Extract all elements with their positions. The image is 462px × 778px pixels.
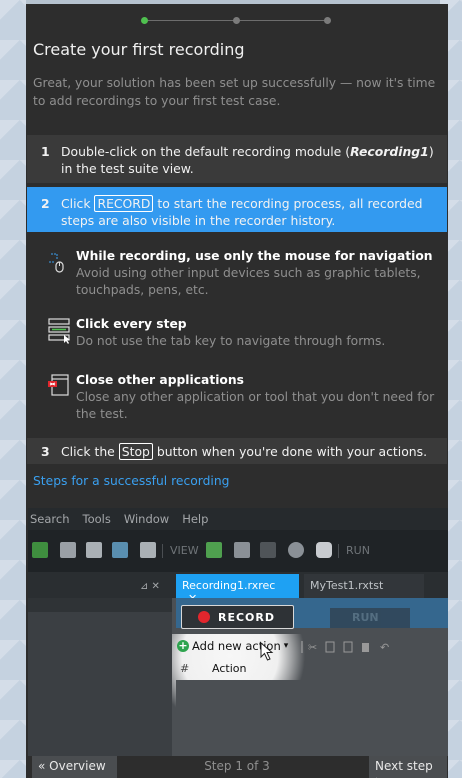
app-toolbar: VIEW RUN bbox=[28, 530, 448, 572]
document-icon bbox=[140, 542, 156, 558]
step-text: Click RECORD to start the recording proc… bbox=[61, 195, 437, 228]
app-menu-bar: Search Tools Window Help bbox=[28, 508, 448, 530]
tab-label: Recording1.rxrec bbox=[182, 579, 276, 592]
next-step-button[interactable]: Next step › bbox=[369, 756, 447, 778]
file-icon bbox=[86, 542, 102, 558]
tip-close-applications: Close other applications Close any other… bbox=[46, 372, 446, 423]
add-item-icon bbox=[60, 542, 76, 558]
step-text: Click the Stop button when you're done w… bbox=[61, 443, 428, 460]
action-toolbar-icons: ✂ ↶ bbox=[301, 641, 389, 654]
tip-title: While recording, use only the mouse for … bbox=[76, 249, 433, 263]
toolbar-view-label: VIEW bbox=[170, 544, 199, 557]
chevron-down-icon: ▾ bbox=[283, 641, 289, 651]
step-3: 3 Click the Stop button when you're done… bbox=[27, 438, 447, 464]
toolbar-separator bbox=[162, 544, 163, 558]
document-tab-row: ⊿ ✕ Recording1.rxrec ✕ MyTest1.rxtst bbox=[28, 572, 448, 605]
record-dot-icon bbox=[198, 611, 210, 623]
spy-icon bbox=[288, 542, 304, 558]
menu-help: Help bbox=[182, 512, 209, 526]
tip-text: Avoid using other input devices such as … bbox=[76, 266, 421, 297]
tip-mouse-navigation: While recording, use only the mouse for … bbox=[46, 248, 446, 299]
menu-tools: Tools bbox=[82, 512, 111, 526]
step-text-pre: Double-click on the default recording mo… bbox=[61, 144, 351, 159]
action-grid-body bbox=[176, 680, 448, 756]
view-grid-icon bbox=[234, 542, 250, 558]
toolbar-run-label: RUN bbox=[346, 544, 370, 557]
step-text: Double-click on the default recording mo… bbox=[61, 143, 437, 177]
form-click-icon bbox=[48, 318, 70, 344]
run-button: RUN bbox=[330, 608, 410, 628]
step-text-pre: Click the bbox=[61, 444, 119, 459]
toolbar-separator bbox=[338, 544, 339, 558]
plus-icon: + bbox=[177, 639, 189, 652]
record-key-label: RECORD bbox=[94, 195, 154, 212]
step-number: 3 bbox=[41, 444, 50, 459]
recorder-screenshot: Search Tools Window Help VIEW RUN ⊿ ✕ Re… bbox=[28, 508, 448, 756]
col-action: Action bbox=[212, 662, 247, 675]
wizard-panel: Create your first recording Great, your … bbox=[26, 4, 448, 778]
successful-recording-link[interactable]: Steps for a successful recording bbox=[33, 474, 229, 488]
step-text-pre: Click bbox=[61, 196, 95, 211]
step-2: 2 Click RECORD to start the recording pr… bbox=[27, 187, 447, 232]
tip-content: Click every step Do not use the tab key … bbox=[76, 316, 385, 350]
tip-title: Close other applications bbox=[76, 373, 244, 387]
tab-recording1: Recording1.rxrec ✕ bbox=[176, 574, 299, 605]
progress-dot-2[interactable] bbox=[233, 17, 240, 24]
tab-mytest1: MyTest1.rxtst bbox=[304, 574, 424, 598]
cursor-icon bbox=[260, 642, 274, 661]
view-disabled-icon bbox=[260, 542, 276, 558]
view-green-icon bbox=[206, 542, 222, 558]
stop-key-label: Stop bbox=[118, 443, 153, 460]
mouse-icon bbox=[49, 253, 64, 273]
progress-dot-3[interactable] bbox=[324, 17, 331, 24]
menu-window: Window bbox=[123, 512, 170, 526]
step-1: 1 Double-click on the default recording … bbox=[27, 135, 447, 183]
step-number: 2 bbox=[41, 196, 50, 211]
tip-content: Close other applications Close any other… bbox=[76, 372, 446, 423]
module-icon bbox=[112, 542, 128, 558]
new-solution-icon bbox=[32, 542, 48, 558]
step-number: 1 bbox=[41, 144, 50, 159]
pin-close-icons: ⊿ ✕ bbox=[140, 581, 160, 592]
tip-content: While recording, use only the mouse for … bbox=[76, 248, 446, 299]
record-button: RECORD bbox=[181, 605, 294, 629]
progress-dot-1[interactable] bbox=[141, 17, 148, 24]
action-grid-header: # Action bbox=[172, 658, 448, 680]
record-label: RECORD bbox=[218, 610, 276, 624]
step-emphasis: Recording1 bbox=[350, 144, 429, 159]
page-title: Create your first recording bbox=[33, 40, 245, 59]
tip-click-every-step: Click every step Do not use the tab key … bbox=[46, 316, 446, 350]
col-number: # bbox=[180, 662, 190, 675]
progress-indicator bbox=[141, 16, 331, 26]
project-pane-header bbox=[28, 598, 172, 612]
shield-icon bbox=[316, 542, 332, 558]
recording-editor: RECORD RUN + Add new action ▾ ✂ ↶ # Acti… bbox=[172, 598, 448, 756]
close-window-icon bbox=[48, 374, 69, 396]
svg-text:✂: ✂ bbox=[308, 641, 317, 654]
svg-text:↶: ↶ bbox=[380, 641, 389, 654]
project-pane bbox=[28, 598, 172, 756]
tip-text: Do not use the tab key to navigate throu… bbox=[76, 334, 386, 348]
wizard-footer: « Overview Step 1 of 3 Next step › bbox=[26, 756, 448, 778]
tip-title: Click every step bbox=[76, 317, 187, 331]
intro-text: Great, your solution has been set up suc… bbox=[33, 76, 436, 108]
tip-text: Close any other application or tool that… bbox=[76, 390, 435, 421]
action-bar: + Add new action ▾ ✂ ↶ bbox=[172, 634, 448, 658]
step-text-post: button when you're done with your action… bbox=[152, 444, 428, 459]
menu-search: Search bbox=[30, 512, 70, 526]
